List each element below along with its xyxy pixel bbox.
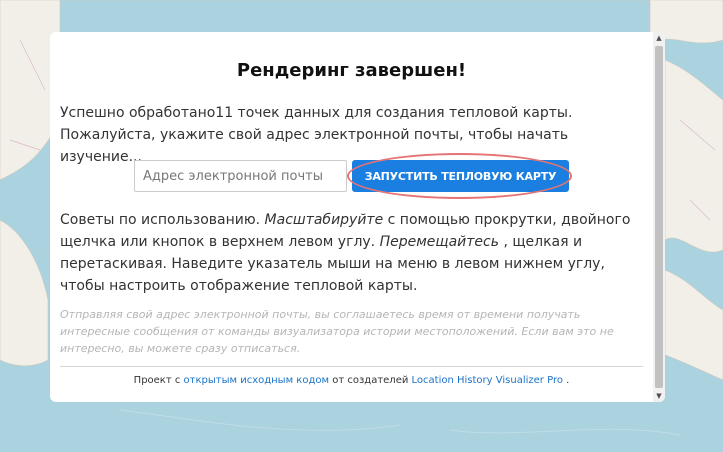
render-complete-dialog: Рендеринг завершен! Успешно обработано11… <box>50 32 665 402</box>
footer-middle: от создателей <box>329 375 412 386</box>
email-input[interactable] <box>134 160 347 192</box>
dialog-title: Рендеринг завершен! <box>236 60 467 81</box>
scrollbar-thumb[interactable] <box>655 46 663 388</box>
tips-zoom-word: Масштабируйте <box>264 212 384 228</box>
product-link[interactable]: Location History Visualizer Pro <box>412 375 563 386</box>
footer-prefix: Проект с <box>133 375 184 386</box>
tips-pan-word: Перемещайтесь <box>379 234 499 250</box>
scroll-down-arrow-icon[interactable]: ▼ <box>653 390 665 402</box>
footer-credits: Проект с открытым исходным кодом от созд… <box>50 375 653 386</box>
tips-prefix: Советы по использованию. <box>60 212 265 228</box>
open-source-link[interactable]: открытым исходным кодом <box>184 375 330 386</box>
dialog-scrollbar[interactable]: ▲ ▼ <box>653 32 665 402</box>
email-consent-note: Отправляя свой адрес электронной почты, … <box>60 308 614 355</box>
footer-divider <box>60 366 643 367</box>
footer-suffix: . <box>562 375 570 386</box>
intro-text: Успешно обработано11 точек данных для со… <box>60 105 573 165</box>
usage-tips: Советы по использованию. Масштабируйте с… <box>60 209 645 297</box>
scroll-up-arrow-icon[interactable]: ▲ <box>653 32 665 44</box>
launch-heatmap-button[interactable]: ЗАПУСТИТЬ ТЕПЛОВУЮ КАРТУ <box>352 160 569 192</box>
